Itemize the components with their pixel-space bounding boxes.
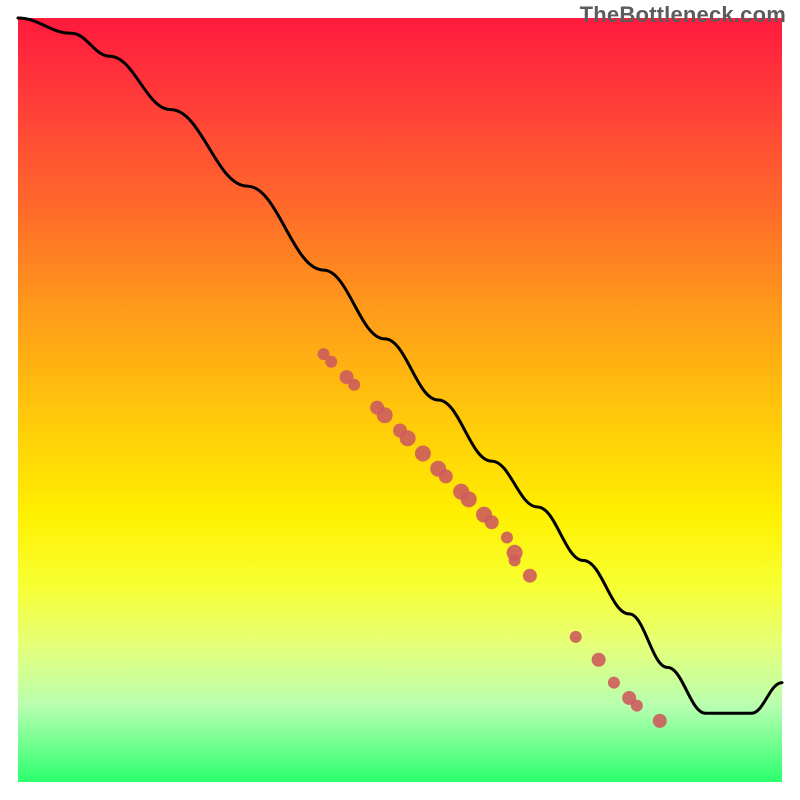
data-point — [653, 714, 667, 728]
chart-svg — [0, 0, 800, 800]
data-point — [608, 677, 620, 689]
data-point — [523, 569, 537, 583]
data-point — [485, 515, 499, 529]
data-point — [400, 430, 416, 446]
data-point — [377, 407, 393, 423]
data-point — [415, 445, 431, 461]
data-point — [348, 379, 360, 391]
data-point — [631, 700, 643, 712]
bottleneck-chart: TheBottleneck.com — [0, 0, 800, 800]
data-point — [439, 469, 453, 483]
data-point — [592, 653, 606, 667]
data-point — [501, 532, 513, 544]
bottleneck-curve — [18, 18, 782, 713]
data-point — [509, 554, 521, 566]
watermark-text: TheBottleneck.com — [580, 2, 786, 28]
data-point — [570, 631, 582, 643]
data-point — [461, 491, 477, 507]
data-point — [325, 356, 337, 368]
